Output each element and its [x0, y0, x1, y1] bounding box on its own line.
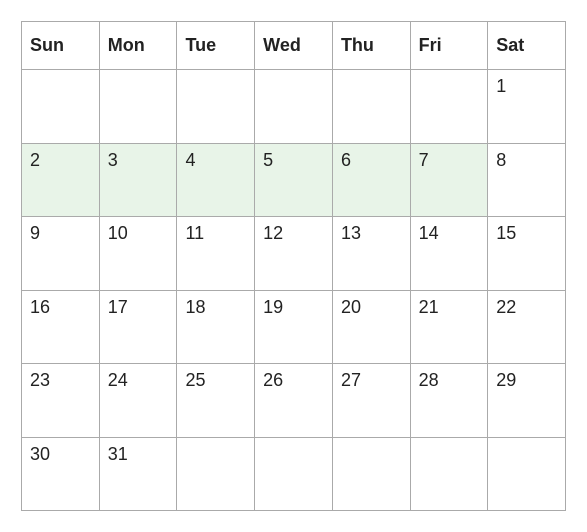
calendar-day-19[interactable]: 19 [255, 290, 333, 364]
calendar-week-row: 1 [22, 70, 566, 144]
calendar-day-29[interactable]: 29 [488, 364, 566, 438]
calendar-week-row: 23242526272829 [22, 364, 566, 438]
calendar-day-28[interactable]: 28 [410, 364, 488, 438]
calendar-day-26[interactable]: 26 [255, 364, 333, 438]
calendar-day-empty[interactable] [255, 437, 333, 511]
calendar-day-2[interactable]: 2 [22, 143, 100, 217]
calendar-week-row: 9101112131415 [22, 217, 566, 291]
calendar-header-sat: Sat [488, 22, 566, 70]
calendar-day-14[interactable]: 14 [410, 217, 488, 291]
calendar-header-mon: Mon [99, 22, 177, 70]
calendar-day-23[interactable]: 23 [22, 364, 100, 438]
calendar-day-12[interactable]: 12 [255, 217, 333, 291]
calendar-day-empty[interactable] [410, 70, 488, 144]
calendar-day-4[interactable]: 4 [177, 143, 255, 217]
calendar-header-wed: Wed [255, 22, 333, 70]
calendar-day-8[interactable]: 8 [488, 143, 566, 217]
calendar-day-21[interactable]: 21 [410, 290, 488, 364]
calendar-day-empty[interactable] [99, 70, 177, 144]
calendar-week-row: 2345678 [22, 143, 566, 217]
calendar-header-fri: Fri [410, 22, 488, 70]
calendar-day-17[interactable]: 17 [99, 290, 177, 364]
calendar-day-22[interactable]: 22 [488, 290, 566, 364]
calendar-table: SunMonTueWedThuFriSat 123456789101112131… [21, 21, 566, 511]
calendar-day-1[interactable]: 1 [488, 70, 566, 144]
calendar-day-3[interactable]: 3 [99, 143, 177, 217]
calendar-day-25[interactable]: 25 [177, 364, 255, 438]
calendar-day-16[interactable]: 16 [22, 290, 100, 364]
calendar-day-5[interactable]: 5 [255, 143, 333, 217]
calendar-day-empty[interactable] [255, 70, 333, 144]
calendar-day-empty[interactable] [410, 437, 488, 511]
calendar-day-7[interactable]: 7 [410, 143, 488, 217]
calendar-day-empty[interactable] [332, 70, 410, 144]
calendar-day-27[interactable]: 27 [332, 364, 410, 438]
calendar-week-row: 3031 [22, 437, 566, 511]
calendar-day-18[interactable]: 18 [177, 290, 255, 364]
calendar-day-24[interactable]: 24 [99, 364, 177, 438]
calendar-day-30[interactable]: 30 [22, 437, 100, 511]
calendar-day-empty[interactable] [177, 70, 255, 144]
calendar-week-row: 16171819202122 [22, 290, 566, 364]
calendar-day-13[interactable]: 13 [332, 217, 410, 291]
calendar-day-empty[interactable] [332, 437, 410, 511]
calendar-header-sun: Sun [22, 22, 100, 70]
calendar-day-9[interactable]: 9 [22, 217, 100, 291]
calendar-day-empty[interactable] [177, 437, 255, 511]
calendar-header-tue: Tue [177, 22, 255, 70]
calendar-day-10[interactable]: 10 [99, 217, 177, 291]
calendar-day-6[interactable]: 6 [332, 143, 410, 217]
calendar-day-20[interactable]: 20 [332, 290, 410, 364]
calendar-day-11[interactable]: 11 [177, 217, 255, 291]
calendar-day-empty[interactable] [22, 70, 100, 144]
calendar-day-31[interactable]: 31 [99, 437, 177, 511]
calendar-day-15[interactable]: 15 [488, 217, 566, 291]
calendar-header-thu: Thu [332, 22, 410, 70]
calendar-day-empty[interactable] [488, 437, 566, 511]
calendar-header-row: SunMonTueWedThuFriSat [22, 22, 566, 70]
